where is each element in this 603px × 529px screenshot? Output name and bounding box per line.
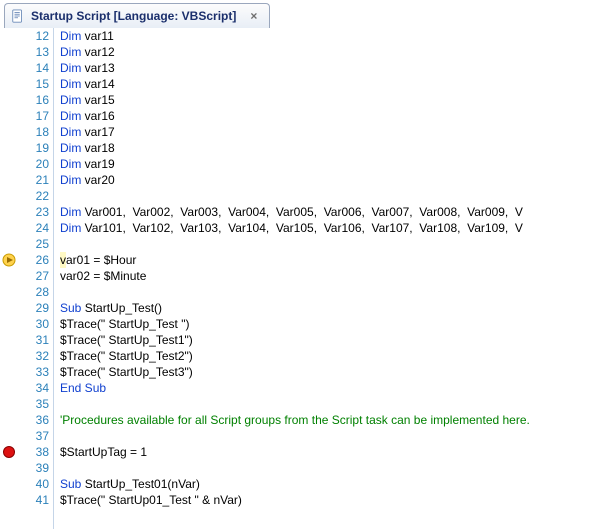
code-line[interactable] bbox=[60, 284, 603, 300]
line-number: 30 bbox=[18, 316, 49, 332]
line-number: 35 bbox=[18, 396, 49, 412]
line-number: 19 bbox=[18, 140, 49, 156]
code-line[interactable] bbox=[60, 188, 603, 204]
code-line[interactable]: Dim var19 bbox=[60, 156, 603, 172]
line-number: 24 bbox=[18, 220, 49, 236]
tab-bar: Startup Script [Language: VBScript] × bbox=[0, 0, 603, 29]
script-file-icon bbox=[11, 9, 25, 23]
code-line[interactable]: Dim Var001, Var002, Var003, Var004, Var0… bbox=[60, 204, 603, 220]
code-line[interactable]: Dim var11 bbox=[60, 28, 603, 44]
line-number: 26 bbox=[18, 252, 49, 268]
code-line[interactable] bbox=[60, 236, 603, 252]
line-number: 32 bbox=[18, 348, 49, 364]
line-number: 12 bbox=[18, 28, 49, 44]
code-line[interactable] bbox=[60, 428, 603, 444]
line-number: 38 bbox=[18, 444, 49, 460]
code-line[interactable]: Dim var13 bbox=[60, 60, 603, 76]
code-line[interactable]: $Trace(" StartUp_Test2") bbox=[60, 348, 603, 364]
line-number: 23 bbox=[18, 204, 49, 220]
code-line[interactable]: var02 = $Minute bbox=[60, 268, 603, 284]
code-line[interactable]: Dim var15 bbox=[60, 92, 603, 108]
line-number: 15 bbox=[18, 76, 49, 92]
code-line[interactable]: Dim var18 bbox=[60, 140, 603, 156]
line-number: 21 bbox=[18, 172, 49, 188]
line-number: 28 bbox=[18, 284, 49, 300]
code-line[interactable]: Sub StartUp_Test() bbox=[60, 300, 603, 316]
editor-window: Startup Script [Language: VBScript] × 12… bbox=[0, 0, 603, 529]
code-line[interactable]: Dim var12 bbox=[60, 44, 603, 60]
code-line[interactable] bbox=[60, 460, 603, 476]
code-line[interactable] bbox=[60, 396, 603, 412]
code-line[interactable]: $Trace(" StartUp_Test3") bbox=[60, 364, 603, 380]
line-number: 27 bbox=[18, 268, 49, 284]
line-number: 34 bbox=[18, 380, 49, 396]
code-line[interactable]: var01 = $Hour bbox=[60, 252, 603, 268]
line-number: 16 bbox=[18, 92, 49, 108]
code-line[interactable]: $Trace(" StartUp01_Test " & nVar) bbox=[60, 492, 603, 508]
code-line[interactable]: Dim var14 bbox=[60, 76, 603, 92]
code-line[interactable]: $Trace(" StartUp_Test1") bbox=[60, 332, 603, 348]
line-number: 22 bbox=[18, 188, 49, 204]
line-number: 20 bbox=[18, 156, 49, 172]
code-line[interactable]: Sub StartUp_Test01(nVar) bbox=[60, 476, 603, 492]
code-line[interactable]: Dim var16 bbox=[60, 108, 603, 124]
line-number: 18 bbox=[18, 124, 49, 140]
execution-pointer-icon bbox=[2, 253, 16, 267]
line-number: 31 bbox=[18, 332, 49, 348]
code-line[interactable]: $Trace(" StartUp_Test ") bbox=[60, 316, 603, 332]
breakpoint-margin[interactable] bbox=[0, 28, 18, 529]
line-number: 14 bbox=[18, 60, 49, 76]
code-line[interactable]: 'Procedures available for all Script gro… bbox=[60, 412, 603, 428]
line-number: 39 bbox=[18, 460, 49, 476]
tab-startup-script[interactable]: Startup Script [Language: VBScript] × bbox=[4, 3, 270, 28]
line-number: 33 bbox=[18, 364, 49, 380]
line-number: 17 bbox=[18, 108, 49, 124]
line-number-gutter: 1213141516171819202122232425262728293031… bbox=[18, 28, 54, 529]
code-line[interactable]: $StartUpTag = 1 bbox=[60, 444, 603, 460]
line-number: 41 bbox=[18, 492, 49, 508]
line-number: 29 bbox=[18, 300, 49, 316]
tab-title: Startup Script [Language: VBScript] bbox=[31, 9, 236, 23]
line-number: 40 bbox=[18, 476, 49, 492]
line-number: 13 bbox=[18, 44, 49, 60]
line-number: 37 bbox=[18, 428, 49, 444]
line-number: 36 bbox=[18, 412, 49, 428]
code-line[interactable]: Dim Var101, Var102, Var103, Var104, Var1… bbox=[60, 220, 603, 236]
code-area[interactable]: Dim var11Dim var12Dim var13Dim var14Dim … bbox=[54, 28, 603, 529]
code-line[interactable]: End Sub bbox=[60, 380, 603, 396]
tab-close-button[interactable]: × bbox=[248, 9, 259, 23]
code-line[interactable]: Dim var20 bbox=[60, 172, 603, 188]
breakpoint-icon[interactable] bbox=[2, 445, 16, 459]
code-line[interactable]: Dim var17 bbox=[60, 124, 603, 140]
code-editor[interactable]: 1213141516171819202122232425262728293031… bbox=[0, 28, 603, 529]
line-number: 25 bbox=[18, 236, 49, 252]
